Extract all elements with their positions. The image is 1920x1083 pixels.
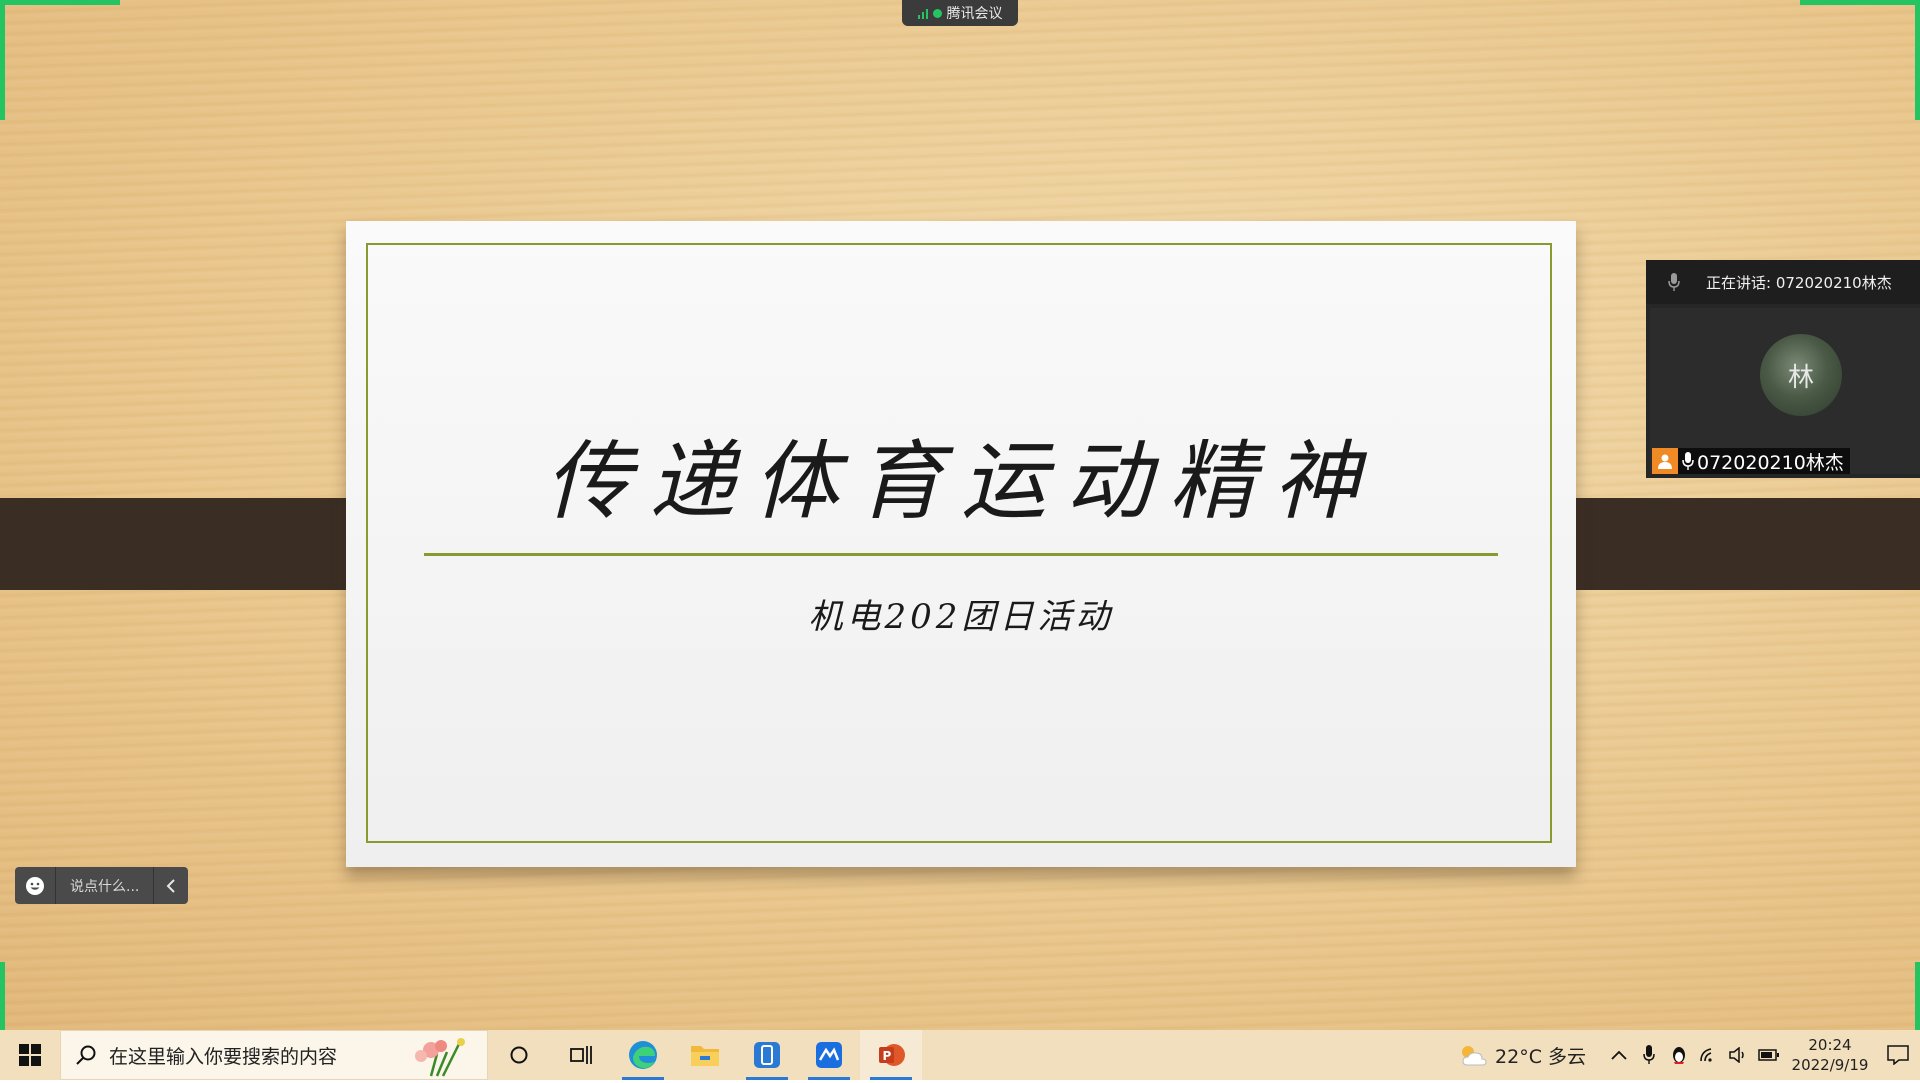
corner-bracket-tl <box>0 0 120 5</box>
chat-input-box[interactable]: 说点什么... <box>15 867 188 904</box>
corner-bracket-br-v <box>1915 962 1920 1030</box>
presentation-slide: 传递体育运动精神 机电202团日活动 <box>346 221 1576 867</box>
slide-divider <box>424 553 1498 556</box>
speaker-name: 072020210林杰 <box>1697 451 1844 474</box>
speaker-header: 正在讲话: 072020210林杰 <box>1646 260 1920 304</box>
windows-start-button[interactable] <box>0 1030 60 1080</box>
taskbar-clock[interactable]: 20:24 2022/9/19 <box>1790 1035 1870 1075</box>
meeting-screen: 腾讯会议 传递体育运动精神 机电202团日活动 正在讲话: 072020210林… <box>0 0 1920 1030</box>
folder-icon <box>691 1046 719 1066</box>
edge-app-button[interactable] <box>612 1030 674 1080</box>
flower-bouquet-icon <box>401 1034 473 1083</box>
clock-date: 2022/9/19 <box>1791 1056 1869 1074</box>
powerpoint-icon: P <box>879 1044 905 1066</box>
task-view-button[interactable] <box>550 1030 612 1080</box>
phone-link-app-button[interactable] <box>736 1030 798 1080</box>
weather-text: 22°C 多云 <box>1495 1045 1586 1068</box>
tencent-meeting-icon <box>816 1042 842 1068</box>
tencent-meeting-app-button[interactable] <box>798 1030 860 1080</box>
emoji-icon[interactable] <box>15 867 56 904</box>
slide-subtitle: 机电202团日活动 <box>808 597 1114 637</box>
corner-bracket-tr <box>1800 0 1920 5</box>
person-icon <box>1652 448 1678 474</box>
chevron-left-icon[interactable] <box>153 867 188 904</box>
search-icon <box>75 1044 97 1066</box>
windows-logo-icon <box>19 1044 41 1066</box>
meeting-status-pill[interactable]: 腾讯会议 <box>902 0 1018 26</box>
avatar-initial: 林 <box>1787 362 1814 393</box>
clock-time: 20:24 <box>1808 1036 1852 1054</box>
speaker-video[interactable]: 林 072020210林杰 <box>1650 308 1920 474</box>
svg-text:P: P <box>883 1049 892 1063</box>
battery-icon[interactable] <box>1754 1049 1784 1061</box>
microphone-icon[interactable] <box>1634 1045 1664 1065</box>
corner-bracket-tr-v <box>1915 0 1920 120</box>
edge-browser-icon <box>629 1041 657 1069</box>
meeting-app-name: 腾讯会议 <box>946 6 1003 22</box>
slide-frame <box>366 243 1552 843</box>
slide-title: 传递体育运动精神 <box>545 432 1377 532</box>
decor-band-left <box>0 498 388 590</box>
task-view-icon <box>570 1046 592 1064</box>
phone-app-icon <box>754 1042 780 1068</box>
corner-bracket-bl-v <box>0 962 5 1030</box>
decor-band-right <box>1534 498 1920 590</box>
taskbar: 在这里输入你要搜索的内容 P 22°C 多云 20:24 2022/9/19 <box>0 1030 1920 1080</box>
taskbar-search-box[interactable]: 在这里输入你要搜索的内容 <box>60 1030 488 1080</box>
qq-penguin-icon[interactable] <box>1664 1045 1694 1065</box>
speaker-volume-icon[interactable] <box>1724 1047 1754 1063</box>
powerpoint-app-button[interactable]: P <box>860 1030 922 1080</box>
signal-icon <box>917 7 928 19</box>
notification-center-icon[interactable] <box>1876 1045 1920 1065</box>
chevron-up-icon[interactable] <box>1604 1050 1634 1060</box>
wifi-icon[interactable] <box>1694 1047 1724 1063</box>
partly-cloudy-icon <box>1462 1046 1487 1066</box>
speaking-label: 正在讲话: 072020210林杰 <box>1706 273 1892 292</box>
task-view-cortana-button[interactable] <box>488 1030 550 1080</box>
microphone-icon <box>1682 452 1694 470</box>
speaker-panel[interactable]: 正在讲话: 072020210林杰 林 072020210林杰 <box>1646 260 1920 478</box>
speaker-name-tag: 072020210林杰 <box>1652 448 1850 474</box>
avatar: 林 <box>1760 334 1842 416</box>
search-placeholder: 在这里输入你要搜索的内容 <box>109 1045 338 1068</box>
file-explorer-button[interactable] <box>674 1030 736 1080</box>
status-dot-icon <box>932 8 942 18</box>
chat-placeholder[interactable]: 说点什么... <box>70 876 153 896</box>
cortana-circle-icon <box>510 1046 528 1064</box>
weather-widget[interactable]: 22°C 多云 <box>1459 1042 1586 1069</box>
system-tray: 22°C 多云 20:24 2022/9/19 <box>1459 1030 1920 1080</box>
corner-bracket-tl-v <box>0 0 5 120</box>
microphone-icon <box>1662 273 1686 291</box>
